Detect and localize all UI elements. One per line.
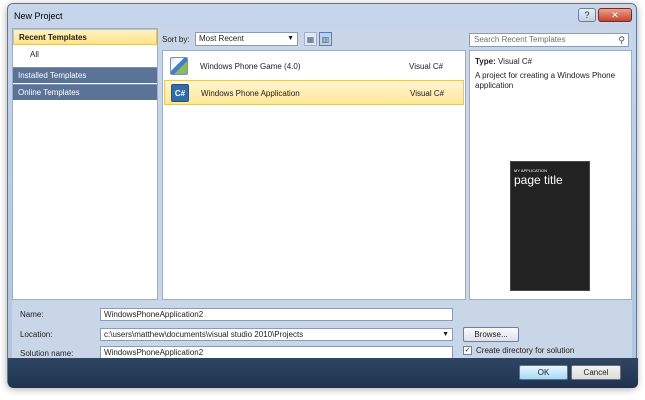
template-language: Visual C# xyxy=(409,62,444,71)
location-value: c:\users\matthew\documents\visual studio… xyxy=(104,330,304,339)
csharp-project-icon: C# xyxy=(171,84,189,102)
solution-name-value: WindowsPhoneApplication2 xyxy=(104,348,204,357)
phone-preview: MY APPLICATION page title xyxy=(510,161,590,291)
cancel-button[interactable]: Cancel xyxy=(571,365,621,380)
list-view-icon[interactable]: ▦ xyxy=(304,32,317,46)
type-label: Type: xyxy=(475,57,496,66)
sort-label: Sort by: xyxy=(162,35,190,44)
location-label: Location: xyxy=(20,330,53,339)
phone-game-icon xyxy=(170,57,188,75)
help-icon[interactable]: ? xyxy=(578,8,596,22)
search-placeholder: Search Recent Templates xyxy=(474,35,566,44)
type-value: Visual C# xyxy=(497,57,533,66)
template-item-selected[interactable]: C# Windows Phone Application Visual C# xyxy=(164,80,464,105)
preview-page-title: page title xyxy=(514,173,563,187)
template-description: A project for creating a Windows Phone a… xyxy=(475,71,616,90)
chevron-down-icon[interactable]: ▼ xyxy=(442,329,449,340)
nav-installed-templates[interactable]: Installed Templates xyxy=(13,67,157,83)
template-name: Windows Phone Application xyxy=(201,89,300,98)
search-icon[interactable]: ⚲ xyxy=(618,34,625,46)
nav-all[interactable]: All xyxy=(13,47,157,63)
nav-online-templates[interactable]: Online Templates xyxy=(13,84,157,100)
template-item[interactable]: Windows Phone Game (4.0) Visual C# xyxy=(164,54,464,79)
chevron-down-icon: ▼ xyxy=(287,35,294,42)
location-field[interactable]: c:\users\matthew\documents\visual studio… xyxy=(100,328,453,341)
solution-name-label: Solution name: xyxy=(20,349,74,358)
dialog-content: Recent Templates All Installed Templates… xyxy=(12,28,632,359)
search-input[interactable]: Search Recent Templates ⚲ xyxy=(469,33,629,47)
ok-button[interactable]: OK xyxy=(519,365,568,380)
close-icon[interactable]: ✕ xyxy=(598,8,632,22)
type-line: Type: Visual C# xyxy=(475,57,532,66)
template-nav: Recent Templates All Installed Templates… xyxy=(12,28,158,300)
browse-button[interactable]: Browse... xyxy=(463,327,519,342)
dialog-footer: OK Cancel xyxy=(8,358,638,388)
sort-value: Most Recent xyxy=(199,34,244,43)
nav-recent-templates[interactable]: Recent Templates xyxy=(13,29,157,45)
name-value: WindowsPhoneApplication2 xyxy=(104,310,204,319)
template-details: Type: Visual C# A project for creating a… xyxy=(469,50,632,300)
template-list: Windows Phone Game (4.0) Visual C# C# Wi… xyxy=(162,50,466,300)
sort-bar: Sort by: Most Recent ▼ ▦ ▥ xyxy=(162,31,462,47)
sort-dropdown[interactable]: Most Recent ▼ xyxy=(195,32,298,46)
template-name: Windows Phone Game (4.0) xyxy=(200,62,301,71)
detail-view-icon[interactable]: ▥ xyxy=(319,32,332,46)
template-language: Visual C# xyxy=(410,89,445,98)
project-form: Name: WindowsPhoneApplication2 Location:… xyxy=(12,304,632,359)
name-field[interactable]: WindowsPhoneApplication2 xyxy=(100,308,453,321)
create-directory-checkbox[interactable]: ✓ xyxy=(463,346,472,355)
window-title: New Project xyxy=(14,11,63,21)
title-bar[interactable]: New Project ? ✕ xyxy=(8,4,636,28)
name-label: Name: xyxy=(20,310,44,319)
create-directory-label: Create directory for solution xyxy=(476,346,575,355)
new-project-dialog: New Project ? ✕ Recent Templates All Ins… xyxy=(7,3,638,388)
